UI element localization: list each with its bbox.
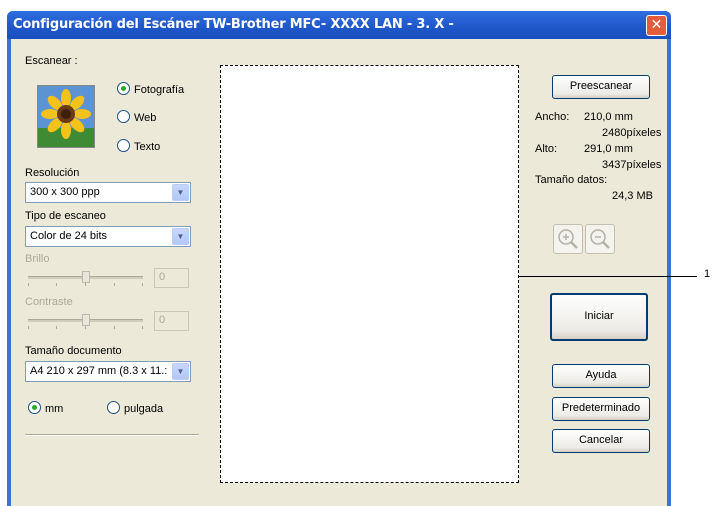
zoom-out-icon[interactable] [585, 224, 615, 254]
data-size-label: Tamaño datos: [535, 174, 608, 186]
help-button[interactable]: Ayuda [552, 364, 650, 388]
resolution-label: Resolución [25, 167, 80, 179]
slider-tick [56, 326, 57, 329]
radio-text-label: Texto [134, 141, 161, 153]
default-button-label: Predeterminado [561, 402, 641, 414]
radio-photo[interactable]: Fotografía [117, 82, 184, 96]
cancel-button[interactable]: Cancelar [552, 429, 650, 453]
radio-mm[interactable]: mm [28, 401, 63, 415]
radio-button[interactable] [28, 401, 41, 414]
default-button[interactable]: Predeterminado [552, 397, 650, 421]
slider-tick [28, 326, 29, 329]
scan-type-select[interactable]: Color de 24 bits ▼ [25, 226, 191, 247]
brightness-slider-thumb[interactable] [82, 271, 90, 283]
callout-line [519, 276, 697, 277]
slider-tick [114, 283, 115, 286]
title-bar[interactable]: Configuración del Escáner TW-Brother MFC… [7, 11, 671, 39]
brightness-value-field[interactable]: 0 [154, 268, 189, 288]
preview-area[interactable] [220, 65, 519, 483]
resolution-select[interactable]: 300 x 300 ppp ▼ [25, 182, 191, 203]
slider-tick [142, 326, 143, 329]
contrast-slider-thumb[interactable] [82, 314, 90, 326]
chevron-down-icon[interactable]: ▼ [172, 363, 189, 380]
scanner-settings-window: Configuración del Escáner TW-Brother MFC… [7, 11, 671, 506]
start-button[interactable]: Iniciar [550, 293, 648, 341]
width-label: Ancho: [535, 111, 570, 123]
doc-size-value: A4 210 x 297 mm (8.3 x 11.: [30, 365, 168, 377]
contrast-value-field[interactable]: 0 [154, 311, 189, 331]
width-mm: 210,0 mm [584, 111, 633, 123]
callout-number: 1 [704, 268, 711, 280]
help-button-label: Ayuda [585, 369, 617, 381]
contrast-label: Contraste [25, 296, 73, 308]
cancel-button-label: Cancelar [578, 434, 624, 446]
radio-text[interactable]: Texto [117, 139, 160, 153]
data-size-value: 24,3 MB [612, 190, 653, 202]
brightness-value: 0 [159, 271, 166, 283]
radio-web[interactable]: Web [117, 110, 156, 124]
width-px: 2480píxeles [602, 127, 662, 139]
resolution-value: 300 x 300 ppp [30, 186, 100, 198]
doc-size-select[interactable]: A4 210 x 297 mm (8.3 x 11.: ▼ [25, 361, 191, 382]
window-title: Configuración del Escáner TW-Brother MFC… [13, 17, 454, 32]
prescan-button-label: Preescanear [569, 80, 633, 92]
height-mm: 291,0 mm [584, 143, 633, 155]
close-icon[interactable]: ✕ [646, 15, 667, 36]
radio-button[interactable] [107, 401, 120, 414]
scan-type-label: Tipo de escaneo [25, 210, 106, 222]
slider-tick [85, 326, 86, 329]
slider-tick [142, 283, 143, 286]
dialog-body: Escanear : Fotografía Web Texto Resoluci… [11, 39, 667, 506]
divider [25, 434, 199, 436]
radio-mm-label: mm [45, 403, 64, 415]
slider-tick [114, 326, 115, 329]
sunflower-photo-icon [37, 85, 95, 148]
radio-web-label: Web [134, 112, 157, 124]
radio-button[interactable] [117, 139, 130, 152]
scan-label: Escanear : [25, 55, 78, 67]
prescan-button[interactable]: Preescanear [552, 75, 650, 99]
chevron-down-icon[interactable]: ▼ [172, 184, 189, 201]
brightness-label: Brillo [25, 253, 50, 265]
slider-tick [85, 283, 86, 286]
radio-button[interactable] [117, 110, 130, 123]
radio-inch-label: pulgada [124, 403, 164, 415]
scan-type-value: Color de 24 bits [30, 230, 108, 242]
slider-tick [56, 283, 57, 286]
height-px: 3437píxeles [602, 159, 662, 171]
height-label: Alto: [535, 143, 558, 155]
start-button-label: Iniciar [584, 310, 614, 322]
contrast-value: 0 [159, 314, 166, 326]
chevron-down-icon[interactable]: ▼ [172, 228, 189, 245]
doc-size-label: Tamaño documento [25, 345, 122, 357]
radio-photo-label: Fotografía [134, 84, 185, 96]
zoom-in-icon[interactable] [553, 224, 583, 254]
radio-inch[interactable]: pulgada [107, 401, 163, 415]
radio-button[interactable] [117, 82, 130, 95]
slider-tick [28, 283, 29, 286]
